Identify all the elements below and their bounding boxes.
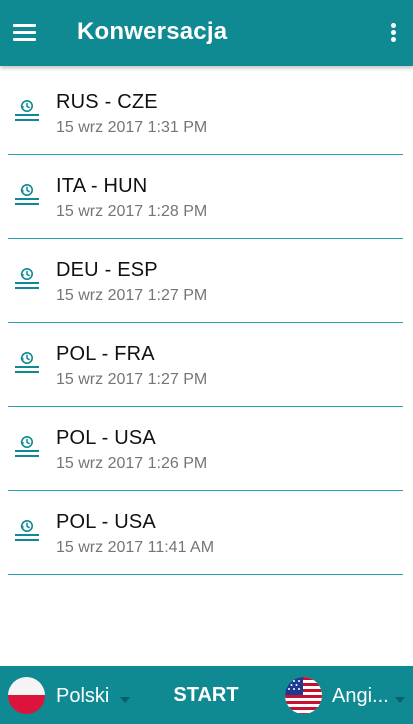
usa-flag-icon	[285, 677, 322, 714]
conversation-timestamp: 15 wrz 2017 1:28 PM	[56, 203, 208, 220]
source-language-selector[interactable]: Polski	[8, 674, 138, 716]
bottom-bar: Polski START Angi...	[0, 666, 413, 724]
more-vert-icon[interactable]	[373, 0, 413, 66]
list-item[interactable]: POL - USA 15 wrz 2017 11:41 AM	[0, 490, 413, 575]
list-item[interactable]: RUS - CZE 15 wrz 2017 1:31 PM	[0, 70, 413, 155]
list-item[interactable]: DEU - ESP 15 wrz 2017 1:27 PM	[0, 238, 413, 323]
history-icon	[12, 348, 42, 378]
divider	[8, 574, 403, 575]
list-item[interactable]: POL - USA 15 wrz 2017 1:26 PM	[0, 406, 413, 491]
list-item[interactable]: ITA - HUN 15 wrz 2017 1:28 PM	[0, 154, 413, 239]
app-bar: Konwersacja	[0, 0, 413, 66]
poland-flag-icon	[8, 677, 45, 714]
start-button[interactable]: START	[160, 674, 252, 716]
history-icon	[12, 516, 42, 546]
hamburger-menu-icon[interactable]	[0, 0, 50, 66]
history-icon	[12, 432, 42, 462]
conversation-title: ITA - HUN	[56, 175, 148, 197]
list-item[interactable]: POL - FRA 15 wrz 2017 1:27 PM	[0, 322, 413, 407]
target-language-label: Angi...	[332, 685, 389, 707]
history-icon	[12, 264, 42, 294]
conversation-timestamp: 15 wrz 2017 1:27 PM	[56, 287, 208, 304]
conversation-timestamp: 15 wrz 2017 1:26 PM	[56, 455, 208, 472]
conversation-timestamp: 15 wrz 2017 1:31 PM	[56, 119, 208, 136]
conversation-title: DEU - ESP	[56, 259, 158, 281]
source-dropdown-caret-icon	[120, 697, 130, 703]
history-icon	[12, 96, 42, 126]
page-title: Konwersacja	[77, 18, 228, 45]
conversation-title: POL - USA	[56, 427, 156, 449]
source-language-label: Polski	[56, 685, 110, 707]
conversation-timestamp: 15 wrz 2017 11:41 AM	[56, 539, 215, 556]
history-icon	[12, 180, 42, 210]
conversation-title: POL - FRA	[56, 343, 155, 365]
conversation-title: POL - USA	[56, 511, 156, 533]
target-language-selector[interactable]: Angi...	[283, 674, 409, 716]
conversation-timestamp: 15 wrz 2017 1:27 PM	[56, 371, 208, 388]
target-dropdown-caret-icon	[395, 697, 405, 703]
conversation-history-list: RUS - CZE 15 wrz 2017 1:31 PM ITA - HUN 15 …	[0, 70, 413, 575]
conversation-title: RUS - CZE	[56, 91, 158, 113]
